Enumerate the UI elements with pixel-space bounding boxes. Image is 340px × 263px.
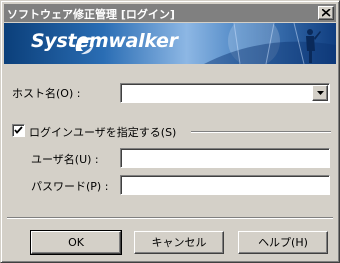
button-separator (7, 217, 333, 219)
host-combobox[interactable] (120, 83, 330, 103)
brand-name: Systemwalker (31, 30, 178, 52)
user-input[interactable] (120, 148, 330, 168)
specify-user-label[interactable]: ログインユーザを指定する(S) (29, 124, 176, 140)
help-button[interactable]: ヘルプ(H) (238, 231, 328, 254)
close-icon (322, 9, 331, 17)
ok-button[interactable]: OK (30, 230, 122, 255)
host-label: ホスト名(O) : (12, 87, 81, 100)
user-label: ユーザ名(U) : (31, 153, 99, 166)
dropdown-arrow-icon (317, 91, 324, 95)
group-separator (191, 131, 331, 133)
cancel-button[interactable]: キャンセル (134, 231, 224, 254)
password-label: パスワード(P) : (31, 180, 109, 193)
close-button[interactable] (318, 6, 334, 20)
title-bar[interactable]: ソフトウェア修正管理 [ログイン] (4, 4, 336, 22)
checkmark-icon (14, 126, 23, 134)
product-banner: Systemwalker (4, 23, 336, 64)
password-input[interactable] (120, 175, 330, 195)
host-dropdown-button[interactable] (312, 85, 328, 101)
login-dialog: ソフトウェア修正管理 [ログイン] Systemwalker ホスト名(O) : (0, 0, 340, 263)
window-title: ソフトウェア修正管理 [ログイン] (7, 8, 175, 21)
specify-user-checkbox[interactable] (12, 124, 25, 137)
